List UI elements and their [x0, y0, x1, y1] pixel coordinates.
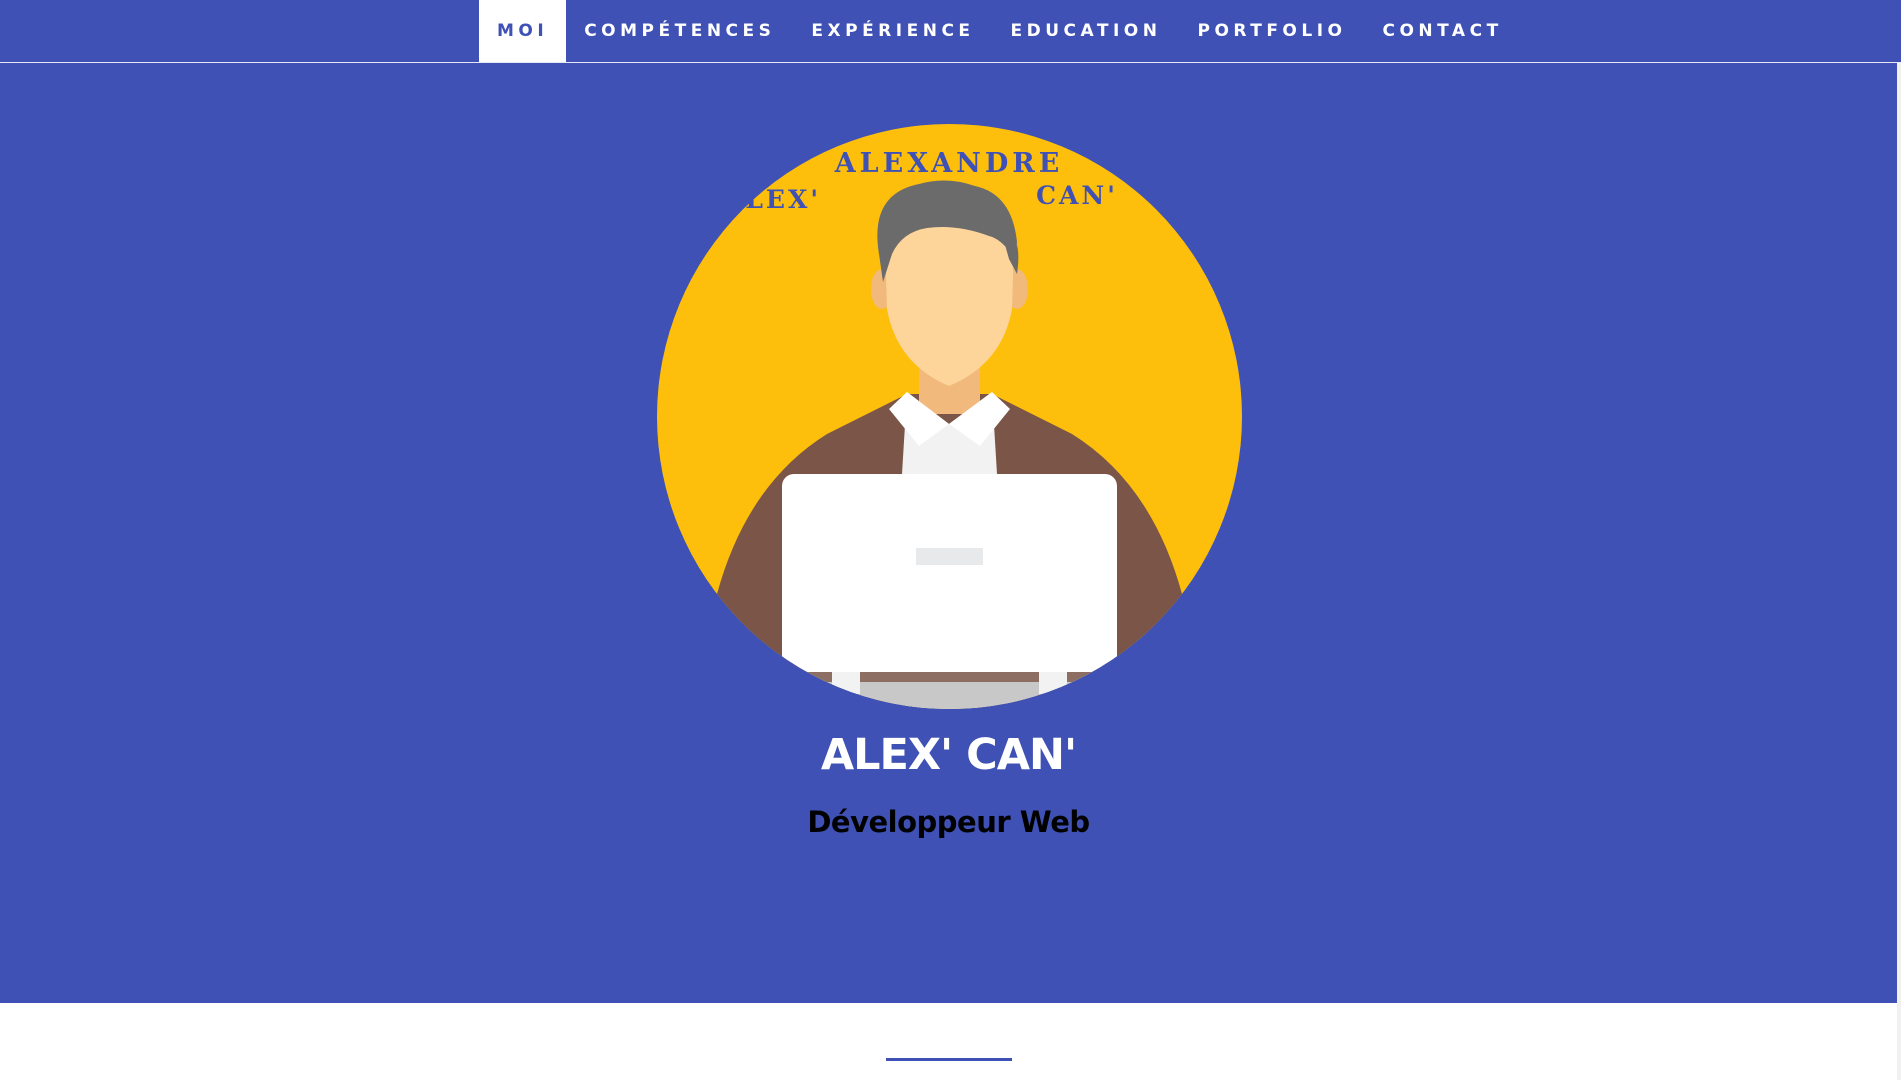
developer-avatar-illustration: ALEXANDRE ALEX' CAN' [657, 124, 1242, 709]
avatar-text-right: CAN' [1036, 181, 1118, 210]
profile-avatar: ALEXANDRE ALEX' CAN' [657, 124, 1242, 709]
avatar-text-left: ALEX' [722, 185, 821, 214]
nav-item-education[interactable]: EDUCATION [993, 0, 1180, 62]
hero-role: Développeur Web [807, 805, 1090, 839]
hero-name: ALEX' CAN' [820, 730, 1077, 780]
page-scrollbar[interactable] [1897, 63, 1901, 1080]
page: MOI COMPÉTENCES EXPÉRIENCE EDUCATION POR… [0, 0, 1901, 1080]
nav-item-moi[interactable]: MOI [479, 0, 567, 62]
nav-item-competences[interactable]: COMPÉTENCES [566, 0, 793, 62]
nav-item-experience[interactable]: EXPÉRIENCE [793, 0, 992, 62]
top-navbar: MOI COMPÉTENCES EXPÉRIENCE EDUCATION POR… [0, 0, 1901, 63]
avatar-text-line1: ALEXANDRE [834, 148, 1064, 179]
nav-menu: MOI COMPÉTENCES EXPÉRIENCE EDUCATION POR… [479, 0, 1521, 62]
nav-item-portfolio[interactable]: PORTFOLIO [1179, 0, 1364, 62]
section-divider [886, 1058, 1012, 1061]
nav-item-contact[interactable]: CONTACT [1365, 0, 1521, 62]
